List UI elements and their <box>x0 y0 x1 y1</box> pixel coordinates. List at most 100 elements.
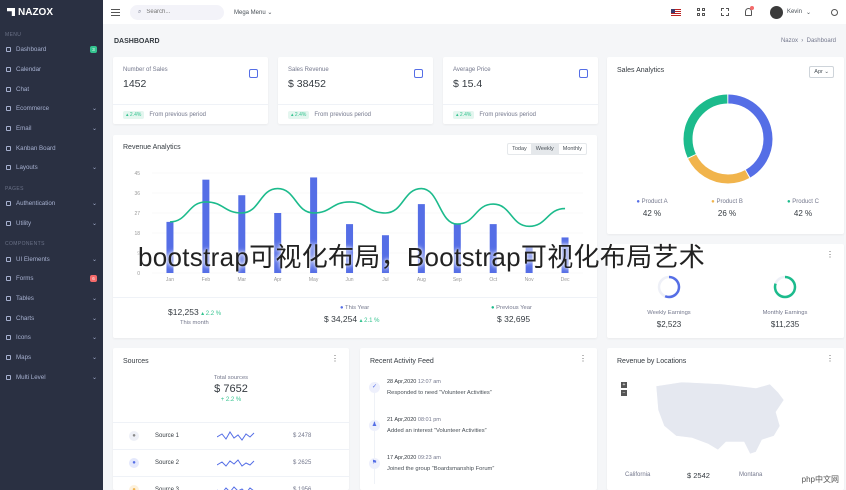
settings-gear-icon[interactable] <box>831 8 838 16</box>
sidebar-header: COMPONENTS <box>5 241 45 248</box>
sidebar-item-email[interactable]: Email ⌄ <box>0 119 103 139</box>
tables-icon <box>6 295 11 301</box>
x-tick-label: Jun <box>346 277 354 283</box>
fullscreen-icon[interactable] <box>720 8 729 16</box>
tab-weekly[interactable]: Weekly <box>530 144 558 154</box>
earnings-radial-chart <box>657 275 681 299</box>
sidebar-header: PAGES <box>5 185 24 192</box>
chevron-down-icon: ⌄ <box>91 165 97 172</box>
sidebar-item-tables[interactable]: Tables ⌄ <box>0 289 103 309</box>
topbar: ⌕ Mega Menu ⌄ Kevin⌄ <box>103 0 846 24</box>
more-options-icon[interactable]: ⋮ <box>826 251 834 259</box>
revenue-line <box>169 187 566 228</box>
dashboard-icon <box>6 47 11 53</box>
chevron-down-icon: ⌄ <box>91 354 97 361</box>
language-flag-icon[interactable] <box>671 8 682 16</box>
chevron-down-icon: ⌄ <box>91 256 97 263</box>
sidebar-item-multi-level[interactable]: Multi Level ⌄ <box>0 367 103 387</box>
corner-watermark: php中文网 <box>798 473 842 486</box>
search-icon: ⌕ <box>138 8 142 15</box>
maps-icon <box>6 354 11 360</box>
revenue-locations-card: Revenue by Locations ⋮ + − California $ 2… <box>607 348 844 490</box>
stat-label: Number of Sales <box>123 67 168 73</box>
sidebar-item-calendar[interactable]: Calendar <box>0 60 103 80</box>
sidebar-item-icons[interactable]: Icons ⌄ <box>0 328 103 348</box>
search-input[interactable] <box>146 9 207 15</box>
source-icon: ● <box>129 430 139 441</box>
chevron-down-icon: ⌄ <box>91 315 97 322</box>
stat-delta-badge: ▴ 2.4% <box>288 110 310 119</box>
apps-grid-icon[interactable] <box>697 8 705 16</box>
sidebar-item-maps[interactable]: Maps ⌄ <box>0 348 103 368</box>
feed-icon: ✓ <box>369 382 380 393</box>
user-menu[interactable]: Kevin ⌄ <box>769 5 811 19</box>
total-sources-label: Total sources <box>213 375 249 381</box>
chevron-down-icon: ⌄ <box>91 220 97 227</box>
menu-toggle-icon[interactable] <box>111 8 120 16</box>
source-sparkline <box>217 458 255 467</box>
month-select[interactable]: Apr ⌄ <box>809 66 834 78</box>
locations-title: Revenue by Locations <box>617 358 687 365</box>
more-options-icon[interactable]: ⋮ <box>331 355 339 363</box>
location-name: Montana <box>739 472 763 478</box>
sidebar-item-ecommerce[interactable]: Ecommerce ⌄ <box>0 99 103 119</box>
source-icon: ● <box>129 457 139 468</box>
email-icon <box>6 126 11 132</box>
stat-note: From previous period <box>149 111 207 118</box>
more-options-icon[interactable]: ⋮ <box>826 355 834 363</box>
x-tick-label: Jul <box>382 277 388 283</box>
sidebar-item-authentication[interactable]: Authentication ⌄ <box>0 194 103 214</box>
product-legend-item: ● Product C 42 % <box>787 199 819 218</box>
sidebar-item-kanban-board[interactable]: Kanban Board <box>0 138 103 158</box>
stat-card: Sales Revenue $ 38452 ▴ 2.4% From previou… <box>278 57 433 124</box>
source-sparkline <box>217 485 255 490</box>
sales-analytics-card: Sales Analytics Apr ⌄ ● Product A 42 % ● P… <box>607 57 844 234</box>
page-title: DASHBOARD <box>114 37 160 45</box>
usa-map[interactable] <box>652 378 792 458</box>
x-tick-label: Oct <box>489 277 497 283</box>
sidebar-item-utility[interactable]: Utility ⌄ <box>0 214 103 234</box>
sidebar-badge: 3 <box>90 46 97 54</box>
ecommerce-icon <box>6 106 11 112</box>
source-sparkline <box>217 430 255 441</box>
x-tick-label: Aug <box>417 277 426 283</box>
revenue-month-block: $12,253 ▴ 2.2 % This month <box>168 307 222 326</box>
ui-elements-icon <box>6 256 11 262</box>
sidebar-item-charts[interactable]: Charts ⌄ <box>0 308 103 328</box>
total-sources-value: $ 7652 <box>214 383 248 395</box>
sidebar-item-layouts[interactable]: Layouts ⌄ <box>0 158 103 178</box>
kanban-board-icon <box>6 145 11 151</box>
x-tick-label: Sep <box>453 277 462 283</box>
mega-menu-button[interactable]: Mega Menu ⌄ <box>234 9 272 16</box>
zoom-out-button[interactable]: − <box>621 390 627 396</box>
x-tick-label: Mar <box>237 277 246 283</box>
multi-level-icon <box>6 374 11 380</box>
search-box[interactable]: ⌕ <box>130 4 224 20</box>
total-sources-delta: + 2.2 % <box>220 397 242 403</box>
feed-icon: ⚑ <box>369 458 380 469</box>
y-tick-label: 36 <box>134 191 140 197</box>
feed-title: Recent Activity Feed <box>370 358 434 365</box>
earnings-item: Weekly Earnings $2,523 <box>639 274 699 329</box>
location-name: California <box>625 472 651 478</box>
sidebar-item-dashboard[interactable]: Dashboard 3 <box>0 40 103 60</box>
stat-footer: ▴ 2.4% From previous period <box>113 104 268 124</box>
sidebar-item-chat[interactable]: Chat <box>0 79 103 99</box>
y-tick-label: 45 <box>134 171 140 177</box>
tab-monthly[interactable]: Monthly <box>557 144 586 154</box>
stat-icon <box>579 69 588 78</box>
stat-value: 1452 <box>123 78 147 90</box>
feed-item: 21 Apr,2020 08:01 pm Added an interest “V… <box>387 417 487 434</box>
zoom-in-button[interactable]: + <box>621 382 627 388</box>
sales-donut-chart <box>683 94 773 184</box>
notification-bell-icon[interactable] <box>744 6 754 16</box>
more-options-icon[interactable]: ⋮ <box>579 355 587 363</box>
stat-footer: ▴ 2.4% From previous period <box>443 104 598 124</box>
brand-logo[interactable]: NAZOX <box>0 0 103 24</box>
chevron-down-icon: ⌄ <box>91 126 97 133</box>
sidebar-item-forms[interactable]: Forms 6 <box>0 269 103 289</box>
source-row: ● Source 3 $ 1956 <box>113 476 349 490</box>
tab-today[interactable]: Today <box>508 144 531 154</box>
sidebar-item-ui-elements[interactable]: UI Elements ⌄ <box>0 249 103 269</box>
sidebar-header: MENU <box>5 32 22 38</box>
